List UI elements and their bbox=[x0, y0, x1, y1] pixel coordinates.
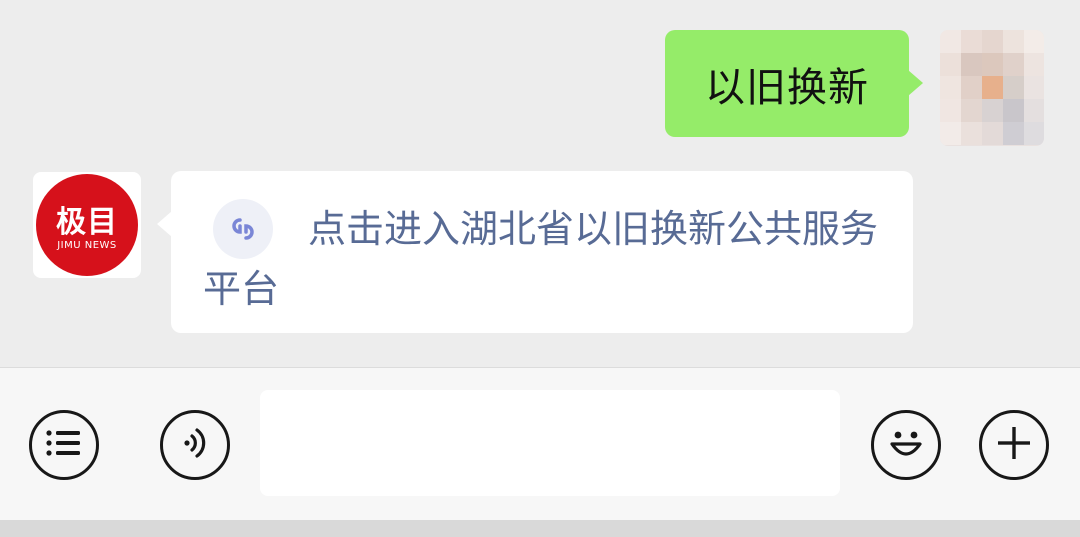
avatar-pixel bbox=[961, 99, 982, 122]
avatar-pixel bbox=[940, 53, 961, 76]
chat-area: 以旧换新 极目 JIMU NEWS 点击进入湖北省以旧换新公共服务平台 bbox=[0, 0, 1080, 367]
avatar-pixel bbox=[961, 30, 982, 53]
outgoing-message-bubble[interactable]: 以旧换新 bbox=[665, 30, 923, 137]
avatar-pixel bbox=[982, 99, 1003, 122]
avatar-pixel bbox=[982, 122, 1003, 145]
avatar-pixel bbox=[1024, 122, 1044, 145]
avatar-pixel bbox=[1003, 99, 1024, 122]
avatar-pixel bbox=[982, 76, 1003, 99]
avatar-pixel bbox=[940, 76, 961, 99]
message-input[interactable] bbox=[260, 390, 840, 496]
voice-icon bbox=[177, 425, 213, 465]
avatar-pixel bbox=[940, 30, 961, 53]
jimu-news-logo: 极目 JIMU NEWS bbox=[36, 174, 138, 276]
jimu-news-avatar[interactable]: 极目 JIMU NEWS bbox=[33, 172, 141, 278]
list-icon bbox=[44, 428, 84, 462]
input-bar bbox=[0, 367, 1080, 520]
incoming-link-bubble[interactable]: 点击进入湖北省以旧换新公共服务平台 bbox=[157, 171, 913, 333]
avatar-pixel bbox=[1003, 122, 1024, 145]
voice-button[interactable] bbox=[160, 410, 230, 480]
avatar-pixel bbox=[982, 30, 1003, 53]
avatar-pixel bbox=[982, 53, 1003, 76]
avatar-pixel bbox=[1024, 99, 1044, 122]
plus-icon bbox=[994, 423, 1034, 467]
logo-sub-text: JIMU NEWS bbox=[57, 240, 117, 251]
avatar-pixel bbox=[1024, 76, 1044, 99]
logo-main-text: 极目 bbox=[56, 205, 118, 240]
emoji-icon bbox=[883, 420, 929, 470]
avatar-pixel bbox=[1003, 53, 1024, 76]
avatar-pixel bbox=[940, 99, 961, 122]
avatar-pixel bbox=[961, 122, 982, 145]
avatar-pixel bbox=[1003, 76, 1024, 99]
outgoing-message-text: 以旧换新 bbox=[705, 64, 869, 111]
avatar-pixel bbox=[1024, 30, 1044, 53]
avatar-pixel bbox=[1003, 30, 1024, 53]
avatar-pixel bbox=[940, 122, 961, 145]
emoji-button[interactable] bbox=[871, 410, 941, 480]
more-button[interactable] bbox=[979, 410, 1049, 480]
avatar-pixel bbox=[961, 53, 982, 76]
menu-button[interactable] bbox=[29, 410, 99, 480]
bottom-strip bbox=[0, 520, 1080, 537]
avatar-pixel bbox=[1024, 53, 1044, 76]
avatar-pixel bbox=[961, 76, 982, 99]
mini-program-link-text[interactable]: 点击进入湖北省以旧换新公共服务平台 bbox=[203, 199, 893, 319]
user-avatar[interactable] bbox=[940, 30, 1044, 146]
